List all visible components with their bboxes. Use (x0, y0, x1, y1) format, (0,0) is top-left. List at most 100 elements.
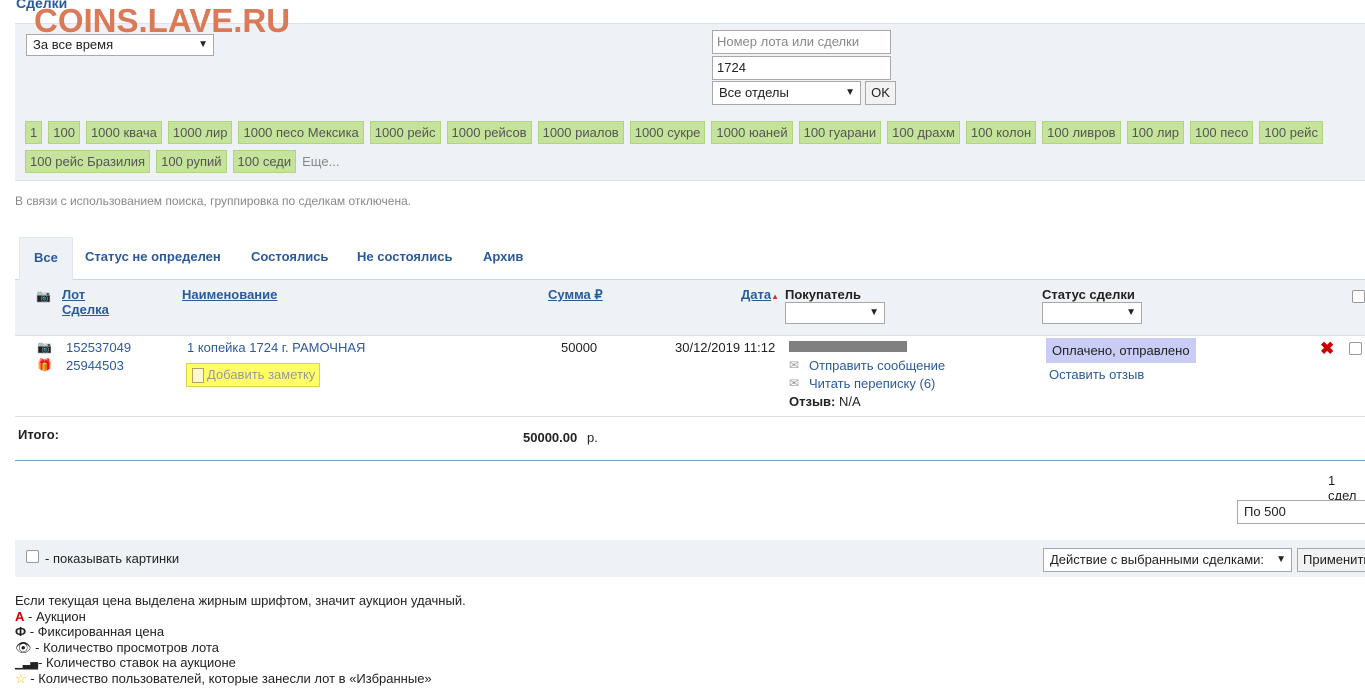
tag-filter[interactable]: 100 (48, 121, 80, 144)
tag-filter[interactable]: 1000 рейс (369, 121, 441, 144)
lot-search-placeholder[interactable]: Номер лота или сделки (712, 30, 891, 54)
status-header: Статус сделки (1042, 287, 1135, 302)
review-value: N/A (839, 394, 861, 409)
read-messages-link[interactable]: Читать переписку (6) (809, 376, 935, 391)
add-note-label: Добавить заметку (207, 367, 316, 382)
deal-link[interactable]: 25944503 (66, 358, 124, 373)
tab-archive[interactable]: Архив (483, 237, 523, 279)
tag-filter[interactable]: 1000 лир (167, 121, 233, 144)
more-tags-link[interactable]: Еще... (302, 151, 339, 173)
bulk-action-value: Действие с выбранными сделками: (1050, 552, 1265, 567)
tag-filter[interactable]: 1000 рейсов (446, 121, 532, 144)
total-row: Итого: 50000.00 р. (15, 416, 1365, 461)
buyer-name-redacted (789, 341, 907, 352)
tab-completed[interactable]: Состоялись (251, 237, 328, 279)
total-currency: р. (587, 430, 598, 445)
deal-date: 30/12/2019 11:12 (675, 340, 776, 355)
tag-filter[interactable]: 100 рупий (156, 150, 227, 173)
note-icon (192, 368, 204, 383)
tag-filter[interactable]: 100 колон (965, 121, 1037, 144)
tag-filter[interactable]: 100 рейс (1259, 121, 1323, 144)
lot-placeholder-text: Номер лота или сделки (717, 34, 860, 49)
tag-filter[interactable]: 100 гуарани (798, 121, 882, 144)
legend: Если текущая цена выделена жирным шрифто… (15, 593, 466, 686)
auction-mark: А (15, 608, 25, 624)
tag-filter[interactable]: 1000 песо Мексика (238, 121, 364, 144)
tag-filter[interactable]: 1000 сукре (629, 121, 706, 144)
ok-button[interactable]: OK (865, 81, 896, 105)
search-notice: В связи с использованием поиска, группир… (15, 194, 412, 208)
chevron-down-icon: ▼ (1276, 554, 1286, 565)
status-badge: Оплачено, отправлено (1046, 338, 1196, 363)
lot-search-input[interactable]: 1724 (712, 56, 891, 80)
sort-sum-link[interactable]: Сумма ₽ (548, 287, 603, 302)
views-legend-text: - Количество просмотров лота (35, 639, 220, 655)
chevron-down-icon: ▼ (1126, 307, 1136, 318)
tag-filter[interactable]: 100 песо (1189, 121, 1254, 144)
buyer-filter-select[interactable]: ▼ (785, 302, 885, 324)
sort-deal-link[interactable]: Сделка (62, 302, 109, 317)
chevron-down-icon: ▼ (869, 307, 879, 318)
favs-legend-text: - Количество пользователей, которые зане… (30, 670, 432, 686)
tab-all[interactable]: Все (19, 237, 73, 280)
eye-icon: 👁 (15, 639, 32, 655)
envelope-icon: ✉ (789, 358, 800, 372)
tag-filter[interactable]: 100 драхм (887, 121, 960, 144)
total-value: 50000.00 (523, 430, 578, 445)
apply-button[interactable]: Применить (1297, 548, 1365, 572)
sort-asc-icon: ▲ (771, 292, 780, 301)
tag-filter[interactable]: 1 (25, 121, 43, 144)
deal-sum: 50000 (561, 340, 598, 355)
camera-icon: 📷 (36, 289, 51, 303)
sort-lot-link[interactable]: Лот (62, 287, 85, 302)
item-name-link[interactable]: 1 копейка 1724 г. РАМОЧНАЯ (187, 340, 365, 355)
status-filter-select[interactable]: ▼ (1042, 302, 1142, 324)
camera-icon: 📷 (37, 340, 52, 354)
sort-name-link[interactable]: Наименование (182, 287, 277, 302)
fixed-price-legend-text: - Фиксированная цена (29, 624, 165, 639)
gift-icon: 🎁 (37, 358, 52, 372)
tag-filter[interactable]: 1000 квача (85, 121, 162, 144)
delete-icon[interactable]: ✖ (1320, 339, 1334, 359)
tag-filter[interactable]: 100 рейс Бразилия (25, 150, 151, 173)
fixed-price-mark: Ф (15, 624, 27, 639)
tag-filter[interactable]: 1000 юаней (711, 121, 793, 144)
sort-date-link[interactable]: Дата (741, 287, 771, 302)
department-select[interactable]: Все отделы ▼ (712, 81, 861, 105)
send-message-link[interactable]: Отправить сообщение (809, 358, 945, 373)
bottom-bar: - показывать картинки Действие с выбранн… (15, 540, 1365, 577)
tab-undefined[interactable]: Статус не определен (85, 237, 221, 279)
show-images-checkbox[interactable] (26, 550, 39, 563)
bids-bar-icon: ▁▃▅ (15, 659, 39, 670)
tag-filter[interactable]: 100 седи (232, 150, 297, 173)
star-icon: ☆ (15, 670, 27, 686)
department-value: Все отделы (719, 85, 789, 100)
add-note-button[interactable]: Добавить заметку (186, 363, 320, 387)
leave-review-link[interactable]: Оставить отзыв (1049, 367, 1144, 382)
row-checkbox[interactable] (1349, 342, 1362, 355)
messages-icon: ✉ (789, 376, 800, 390)
chevron-down-icon: ▼ (845, 87, 855, 98)
legend-line: Если текущая цена выделена жирным шрифто… (15, 593, 466, 608)
total-label: Итого: (18, 427, 59, 442)
deal-count: 1 сдел (1328, 473, 1357, 503)
tag-filter[interactable]: 1000 риалов (537, 121, 624, 144)
buyer-header: Покупатель (785, 287, 861, 302)
tabs-bar: Все Статус не определен Состоялись Не со… (15, 237, 1365, 280)
table-header: 📷 Лот Сделка Наименование Сумма ₽ Дата▲ … (15, 280, 1365, 336)
tab-failed[interactable]: Не состоялись (357, 237, 452, 279)
lot-link[interactable]: 152537049 (66, 340, 131, 355)
auction-legend-text: - Аукцион (28, 608, 86, 624)
bids-legend-text: - Количество ставок на аукционе (38, 655, 236, 670)
watermark-logo: COINS.LAVE.RU (34, 2, 291, 39)
per-page-value: По 500 (1244, 504, 1286, 519)
tag-list: 1 100 1000 квача 1000 лир 1000 песо Мексика 1… (25, 121, 1355, 179)
tag-filter[interactable]: 100 ливров (1042, 121, 1121, 144)
tag-filter[interactable]: 100 лир (1126, 121, 1184, 144)
per-page-select[interactable]: По 500 (1237, 500, 1365, 524)
show-images-label: - показывать картинки (45, 551, 180, 566)
lot-input-value: 1724 (717, 60, 746, 75)
bulk-action-select[interactable]: Действие с выбранными сделками: ▼ (1043, 548, 1292, 572)
table-row: 📷 🎁 152537049 25944503 1 копейка 1724 г.… (15, 336, 1365, 417)
select-all-checkbox[interactable] (1352, 290, 1365, 303)
